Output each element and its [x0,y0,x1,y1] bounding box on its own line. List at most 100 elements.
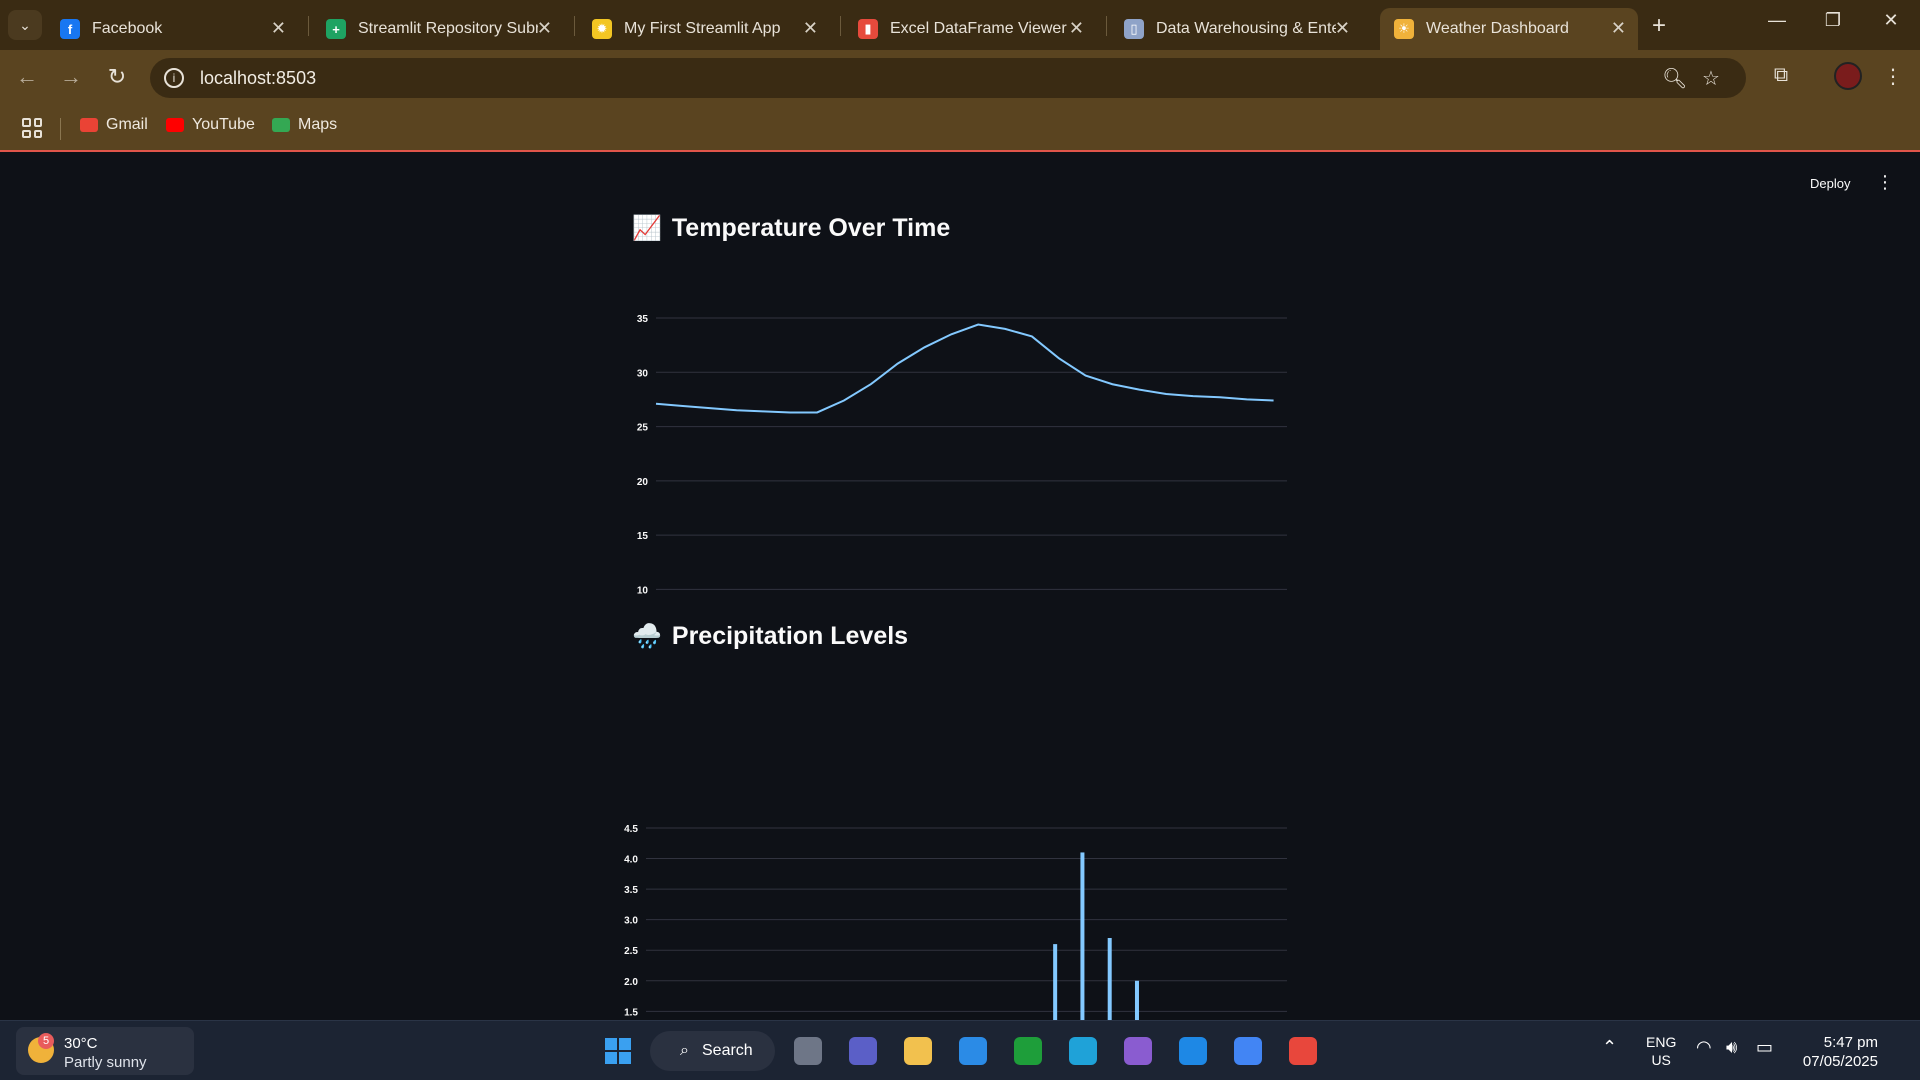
tab-title: Facebook [92,20,163,37]
edge-icon[interactable] [1063,1031,1103,1071]
chrome-icon[interactable] [1228,1031,1268,1071]
bookmark-maps[interactable]: Maps [272,116,337,134]
browser-tab[interactable]: + Streamlit Repository Submi ✕ [312,8,564,50]
bookmark-gmail[interactable]: Gmail [80,116,148,134]
chart-icon: ▮ [858,19,878,39]
y-tick-label: 20 [637,477,649,488]
weather-widget[interactable]: 5 30°C Partly sunny [16,1027,194,1075]
browser-tab-strip: ⌄ f Facebook ✕ + Streamlit Repository Submi ✕… [0,0,1920,50]
tab-title: My First Streamlit App [624,20,781,37]
reload-button[interactable]: ↻ [102,64,132,90]
apps-grid-icon[interactable] [22,118,42,138]
divider [60,118,61,140]
temperature-series-line [655,323,1274,414]
bookmark-youtube[interactable]: YouTube [166,116,255,134]
y-tick-label: 2.5 [624,946,638,957]
tab-divider [574,16,575,36]
browser-tab[interactable]: ☀ Weather Dashboard ✕ [1380,8,1638,50]
language-indicator[interactable]: ENG US [1646,1033,1676,1069]
volume-icon[interactable]: 🔊︎ [1726,1037,1737,1058]
close-tab-icon[interactable]: ✕ [1069,18,1084,39]
tab-title: Streamlit Repository Submi [358,20,538,37]
y-tick-label: 4.0 [624,855,638,866]
close-tab-icon[interactable]: ✕ [537,18,552,39]
minimize-button[interactable]: — [1762,10,1792,31]
streamlit-app: Deploy ⋮ 📈 Temperature Over Time 0510152… [0,152,1920,1062]
sparkle-icon: ✹ [592,19,612,39]
y-tick-label: 35 [637,314,649,325]
site-info-icon[interactable]: i [164,68,184,88]
bookmark-label: Gmail [106,116,148,133]
weather-icon: ☀ [1394,19,1414,39]
bookmark-label: Maps [298,116,338,133]
back-button[interactable]: ← [12,64,42,90]
temperature-section-title: 📈 Temperature Over Time [632,214,950,243]
app-menu-icon[interactable]: ⋮ [1876,172,1894,193]
weather-description: Partly sunny [64,1054,147,1071]
forward-button[interactable]: → [56,64,86,90]
taskbar-search[interactable]: ⌕ Search [650,1031,775,1071]
close-window-button[interactable]: ✕ [1876,10,1906,31]
close-tab-icon[interactable]: ✕ [803,18,818,39]
windows-logo-icon [605,1038,631,1064]
precipitation-bar-chart: 0.00.51.01.52.02.53.03.54.04.5Wed 0702 A… [624,824,1287,1062]
task-view-icon[interactable] [788,1031,828,1071]
search-icon: ⌕ [680,1042,689,1059]
y-tick-label: 4.5 [624,824,638,835]
address-bar[interactable]: i localhost:8503 🔍︎ ☆ [150,58,1746,98]
gmail-icon [80,118,98,132]
show-hidden-icons-icon[interactable]: ⌃ [1602,1037,1617,1058]
tab-title: Excel DataFrame Viewer [890,20,1067,37]
file-explorer-icon[interactable] [898,1031,938,1071]
facebook-icon: f [60,19,80,39]
bookmarks-bar: Gmail YouTube Maps [0,106,1920,152]
sheets-icon: + [326,19,346,39]
chart-emoji-icon: 📈 [632,215,662,242]
close-tab-icon[interactable]: ✕ [1611,18,1626,39]
extensions-icon[interactable]: ⧉ [1766,64,1796,87]
y-tick-label: 15 [637,531,649,542]
y-tick-label: 3.5 [624,885,638,896]
tab-search-button[interactable]: ⌄ [8,10,42,40]
new-tab-button[interactable]: + [1652,12,1666,40]
wps-icon[interactable] [1283,1031,1323,1071]
search-label: Search [702,1042,753,1059]
rain-cloud-emoji-icon: 🌧️ [632,623,662,650]
vscode-icon[interactable] [1173,1031,1213,1071]
restore-button[interactable]: ❐ [1818,10,1848,31]
browser-tab[interactable]: ▯ Data Warehousing & Enter ✕ [1110,8,1362,50]
tab-divider [308,16,309,36]
browser-tab[interactable]: ▮ Excel DataFrame Viewer ✕ [844,8,1096,50]
clock-date: 07/05/2025 [1802,1053,1878,1070]
url-text: localhost:8503 [200,67,317,88]
xbox-icon[interactable] [1008,1031,1048,1071]
browser-tab[interactable]: f Facebook ✕ [46,8,298,50]
browser-tab[interactable]: ✹ My First Streamlit App ✕ [578,8,830,50]
language-code: ENG [1646,1034,1677,1050]
weather-temperature: 30°C [64,1035,98,1052]
bookmark-label: YouTube [192,116,255,133]
store-icon[interactable] [953,1031,993,1071]
browser-menu-icon[interactable]: ⋮ [1878,64,1908,89]
windows-taskbar: 5 30°C Partly sunny ⌕ Search ⌃ ENG US ◠ … [0,1020,1920,1080]
battery-icon[interactable]: ▭ [1756,1037,1773,1058]
youtube-icon [166,118,184,132]
zoom-icon[interactable]: 🔍︎ [1662,66,1687,91]
y-tick-label: 2.0 [624,977,638,988]
profile-avatar[interactable] [1834,62,1862,90]
bookmark-star-icon[interactable]: ☆ [1702,66,1720,91]
docs-icon: ▯ [1124,19,1144,39]
precipitation-title-text: Precipitation Levels [671,622,909,650]
teams-icon[interactable] [843,1031,883,1071]
close-tab-icon[interactable]: ✕ [1335,18,1350,39]
copilot-icon[interactable] [1118,1031,1158,1071]
deploy-button[interactable]: Deploy [1810,176,1850,191]
close-tab-icon[interactable]: ✕ [271,18,286,39]
start-button[interactable] [598,1031,638,1071]
y-tick-label: 3.0 [624,916,638,927]
precipitation-section-title: 🌧️ Precipitation Levels [632,622,908,651]
tab-title: Weather Dashboard [1426,20,1569,37]
maps-icon [272,118,290,132]
wifi-icon[interactable]: ◠ [1696,1037,1712,1058]
system-clock[interactable]: 5:47 pm 07/05/2025 [1796,1033,1878,1071]
